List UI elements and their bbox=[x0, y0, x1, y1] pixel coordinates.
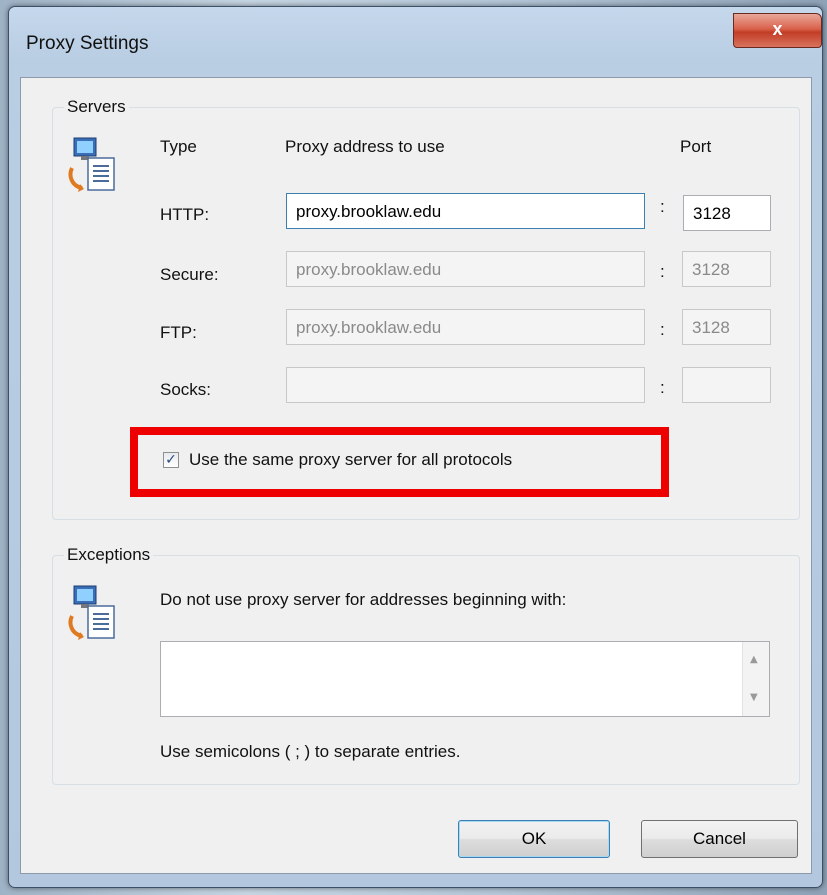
http-port-input[interactable]: 3128 bbox=[683, 195, 771, 231]
address-column-header: Proxy address to use bbox=[285, 137, 445, 156]
servers-group-label: Servers bbox=[64, 97, 129, 117]
exceptions-scrollbar[interactable]: ▲ ▼ bbox=[742, 642, 769, 716]
socks-separator: : bbox=[660, 378, 665, 397]
network-computer-icon bbox=[68, 585, 115, 640]
type-column-header: Type bbox=[160, 137, 197, 156]
socks-address-input[interactable] bbox=[286, 367, 645, 403]
cancel-button[interactable]: Cancel bbox=[641, 820, 798, 858]
exceptions-hint: Use semicolons ( ; ) to separate entries… bbox=[160, 742, 461, 761]
scroll-down-icon[interactable]: ▼ bbox=[750, 692, 758, 703]
ftp-label: FTP: bbox=[160, 323, 197, 342]
ok-button[interactable]: OK bbox=[458, 820, 610, 858]
scroll-up-icon[interactable]: ▲ bbox=[750, 654, 758, 665]
exceptions-description: Do not use proxy server for addresses be… bbox=[160, 590, 567, 609]
exceptions-text bbox=[161, 642, 769, 654]
secure-separator: : bbox=[660, 262, 665, 281]
http-label: HTTP: bbox=[160, 205, 210, 224]
secure-port-input[interactable]: 3128 bbox=[682, 251, 771, 287]
port-column-header: Port bbox=[680, 137, 712, 156]
http-separator: : bbox=[660, 197, 665, 216]
red-highlight-box bbox=[130, 427, 669, 497]
exceptions-group-label: Exceptions bbox=[64, 545, 154, 565]
network-computer-icon bbox=[68, 137, 115, 192]
ftp-separator: : bbox=[660, 320, 665, 339]
socks-label: Socks: bbox=[160, 380, 212, 399]
secure-label: Secure: bbox=[160, 265, 219, 284]
exceptions-textarea[interactable]: ▲ ▼ bbox=[160, 641, 770, 717]
ftp-port-input[interactable]: 3128 bbox=[682, 309, 771, 345]
close-button[interactable]: x bbox=[733, 13, 822, 48]
ftp-address-input[interactable]: proxy.brooklaw.edu bbox=[286, 309, 645, 345]
dialog-title: Proxy Settings bbox=[26, 33, 149, 54]
socks-port-input[interactable] bbox=[682, 367, 771, 403]
http-address-input[interactable]: proxy.brooklaw.edu bbox=[286, 193, 645, 229]
secure-address-input[interactable]: proxy.brooklaw.edu bbox=[286, 251, 645, 287]
